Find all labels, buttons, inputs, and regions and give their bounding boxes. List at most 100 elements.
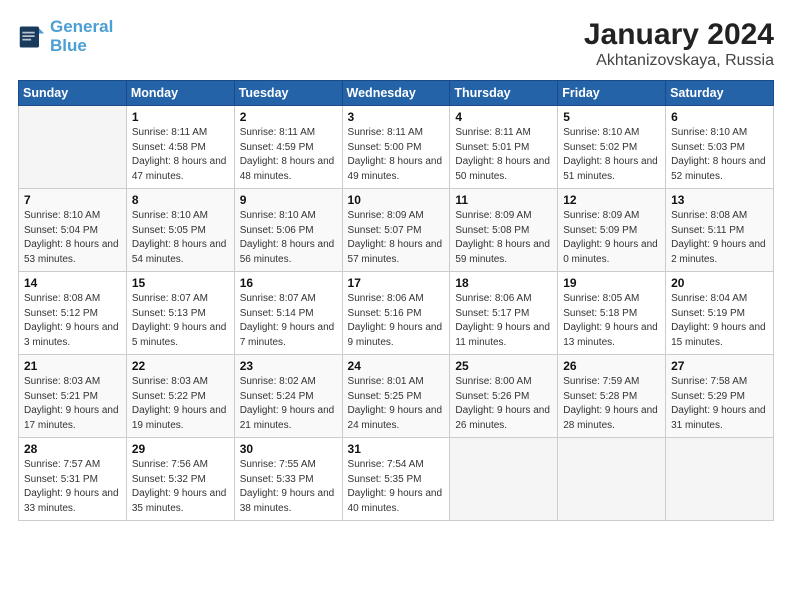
day-info: Sunrise: 8:10 AM Sunset: 5:02 PM Dayligh…	[563, 126, 660, 184]
day-number: 26	[563, 359, 660, 373]
header-thursday: Thursday	[450, 81, 558, 106]
month-title: January 2024	[584, 18, 774, 52]
calendar-cell	[450, 438, 558, 521]
calendar-cell	[558, 438, 666, 521]
header-monday: Monday	[126, 81, 234, 106]
day-number: 30	[240, 442, 337, 456]
calendar-cell: 1 Sunrise: 8:11 AM Sunset: 4:58 PM Daylig…	[126, 106, 234, 189]
calendar-cell: 7 Sunrise: 8:10 AM Sunset: 5:04 PM Daylig…	[19, 189, 127, 272]
header-wednesday: Wednesday	[342, 81, 450, 106]
calendar-cell: 13Sunrise: 8:08 AM Sunset: 5:11 PM Dayli…	[666, 189, 774, 272]
header-friday: Friday	[558, 81, 666, 106]
day-info: Sunrise: 8:07 AM Sunset: 5:13 PM Dayligh…	[132, 292, 229, 350]
day-info: Sunrise: 8:10 AM Sunset: 5:04 PM Dayligh…	[24, 209, 121, 267]
day-info: Sunrise: 8:07 AM Sunset: 5:14 PM Dayligh…	[240, 292, 337, 350]
day-number: 7	[24, 193, 121, 207]
day-number: 27	[671, 359, 768, 373]
calendar-cell: 10Sunrise: 8:09 AM Sunset: 5:07 PM Dayli…	[342, 189, 450, 272]
calendar-cell: 12 Sunrise: 8:09 AM Sunset: 5:09 PM Dayli…	[558, 189, 666, 272]
day-info: Sunrise: 8:11 AM Sunset: 5:00 PM Dayligh…	[348, 126, 445, 184]
day-number: 29	[132, 442, 229, 456]
calendar-cell: 17Sunrise: 8:06 AM Sunset: 5:16 PM Dayli…	[342, 272, 450, 355]
calendar-header: Sunday Monday Tuesday Wednesday Thursday…	[19, 81, 774, 106]
day-info: Sunrise: 7:56 AM Sunset: 5:32 PM Dayligh…	[132, 458, 229, 516]
day-info: Sunrise: 8:09 AM Sunset: 5:08 PM Dayligh…	[455, 209, 552, 267]
day-number: 15	[132, 276, 229, 290]
day-info: Sunrise: 7:55 AM Sunset: 5:33 PM Dayligh…	[240, 458, 337, 516]
logo-blue: Blue	[50, 36, 87, 55]
calendar-cell	[19, 106, 127, 189]
logo-icon	[18, 23, 46, 51]
calendar-cell: 5 Sunrise: 8:10 AM Sunset: 5:02 PM Daylig…	[558, 106, 666, 189]
weekday-header-row: Sunday Monday Tuesday Wednesday Thursday…	[19, 81, 774, 106]
day-number: 23	[240, 359, 337, 373]
calendar-cell: 4 Sunrise: 8:11 AM Sunset: 5:01 PM Daylig…	[450, 106, 558, 189]
header: General Blue January 2024 Akhtanizovskay…	[18, 18, 774, 70]
location: Akhtanizovskaya, Russia	[584, 52, 774, 70]
calendar-cell: 31 Sunrise: 7:54 AM Sunset: 5:35 PM Dayli…	[342, 438, 450, 521]
calendar-cell: 18 Sunrise: 8:06 AM Sunset: 5:17 PM Dayli…	[450, 272, 558, 355]
day-info: Sunrise: 8:08 AM Sunset: 5:11 PM Dayligh…	[671, 209, 768, 267]
day-number: 6	[671, 110, 768, 124]
day-number: 11	[455, 193, 552, 207]
calendar-cell: 28 Sunrise: 7:57 AM Sunset: 5:31 PM Dayli…	[19, 438, 127, 521]
day-number: 18	[455, 276, 552, 290]
calendar-cell: 21 Sunrise: 8:03 AM Sunset: 5:21 PM Dayli…	[19, 355, 127, 438]
calendar-cell: 20Sunrise: 8:04 AM Sunset: 5:19 PM Dayli…	[666, 272, 774, 355]
day-number: 22	[132, 359, 229, 373]
day-number: 3	[348, 110, 445, 124]
calendar-cell: 16 Sunrise: 8:07 AM Sunset: 5:14 PM Dayli…	[234, 272, 342, 355]
calendar-cell	[666, 438, 774, 521]
day-number: 28	[24, 442, 121, 456]
header-tuesday: Tuesday	[234, 81, 342, 106]
day-info: Sunrise: 8:09 AM Sunset: 5:09 PM Dayligh…	[563, 209, 660, 267]
calendar-cell: 3 Sunrise: 8:11 AM Sunset: 5:00 PM Daylig…	[342, 106, 450, 189]
day-number: 16	[240, 276, 337, 290]
calendar-cell: 27 Sunrise: 7:58 AM Sunset: 5:29 PM Dayli…	[666, 355, 774, 438]
day-info: Sunrise: 8:10 AM Sunset: 5:03 PM Dayligh…	[671, 126, 768, 184]
day-info: Sunrise: 7:57 AM Sunset: 5:31 PM Dayligh…	[24, 458, 121, 516]
day-info: Sunrise: 8:11 AM Sunset: 4:58 PM Dayligh…	[132, 126, 229, 184]
header-sunday: Sunday	[19, 81, 127, 106]
logo-general: General	[50, 17, 113, 36]
calendar-table: Sunday Monday Tuesday Wednesday Thursday…	[18, 80, 774, 521]
calendar-cell: 26 Sunrise: 7:59 AM Sunset: 5:28 PM Dayli…	[558, 355, 666, 438]
calendar-cell: 14 Sunrise: 8:08 AM Sunset: 5:12 PM Dayli…	[19, 272, 127, 355]
day-number: 4	[455, 110, 552, 124]
day-info: Sunrise: 7:54 AM Sunset: 5:35 PM Dayligh…	[348, 458, 445, 516]
day-info: Sunrise: 8:00 AM Sunset: 5:26 PM Dayligh…	[455, 375, 552, 433]
day-number: 24	[348, 359, 445, 373]
calendar-cell: 11 Sunrise: 8:09 AM Sunset: 5:08 PM Dayli…	[450, 189, 558, 272]
calendar-cell: 15 Sunrise: 8:07 AM Sunset: 5:13 PM Dayli…	[126, 272, 234, 355]
calendar-cell: 19Sunrise: 8:05 AM Sunset: 5:18 PM Dayli…	[558, 272, 666, 355]
calendar-cell: 24Sunrise: 8:01 AM Sunset: 5:25 PM Dayli…	[342, 355, 450, 438]
calendar-cell: 22 Sunrise: 8:03 AM Sunset: 5:22 PM Dayli…	[126, 355, 234, 438]
calendar-cell: 6 Sunrise: 8:10 AM Sunset: 5:03 PM Daylig…	[666, 106, 774, 189]
page: General Blue January 2024 Akhtanizovskay…	[0, 0, 792, 612]
day-info: Sunrise: 7:58 AM Sunset: 5:29 PM Dayligh…	[671, 375, 768, 433]
calendar-cell: 23Sunrise: 8:02 AM Sunset: 5:24 PM Dayli…	[234, 355, 342, 438]
day-number: 9	[240, 193, 337, 207]
day-number: 21	[24, 359, 121, 373]
day-info: Sunrise: 8:03 AM Sunset: 5:21 PM Dayligh…	[24, 375, 121, 433]
calendar-cell: 25 Sunrise: 8:00 AM Sunset: 5:26 PM Dayli…	[450, 355, 558, 438]
calendar-cell: 9Sunrise: 8:10 AM Sunset: 5:06 PM Daylig…	[234, 189, 342, 272]
day-info: Sunrise: 8:10 AM Sunset: 5:05 PM Dayligh…	[132, 209, 229, 267]
day-number: 2	[240, 110, 337, 124]
logo-text: General Blue	[50, 18, 113, 55]
day-number: 12	[563, 193, 660, 207]
day-number: 25	[455, 359, 552, 373]
day-number: 5	[563, 110, 660, 124]
day-info: Sunrise: 7:59 AM Sunset: 5:28 PM Dayligh…	[563, 375, 660, 433]
day-info: Sunrise: 8:03 AM Sunset: 5:22 PM Dayligh…	[132, 375, 229, 433]
day-info: Sunrise: 8:11 AM Sunset: 5:01 PM Dayligh…	[455, 126, 552, 184]
day-number: 17	[348, 276, 445, 290]
day-number: 1	[132, 110, 229, 124]
day-number: 20	[671, 276, 768, 290]
day-number: 8	[132, 193, 229, 207]
day-info: Sunrise: 8:06 AM Sunset: 5:17 PM Dayligh…	[455, 292, 552, 350]
day-number: 31	[348, 442, 445, 456]
day-info: Sunrise: 8:08 AM Sunset: 5:12 PM Dayligh…	[24, 292, 121, 350]
calendar-cell: 30 Sunrise: 7:55 AM Sunset: 5:33 PM Dayli…	[234, 438, 342, 521]
day-number: 14	[24, 276, 121, 290]
